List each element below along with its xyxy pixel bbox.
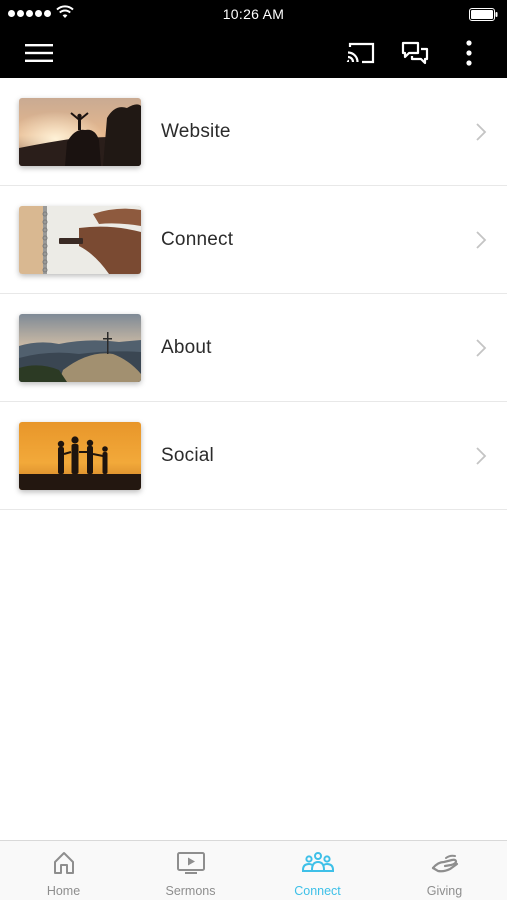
tab-home[interactable]: Home <box>0 841 127 900</box>
list-item-social[interactable]: Social <box>0 402 507 510</box>
more-options-button[interactable] <box>446 28 492 78</box>
list-item-label: Website <box>161 121 231 142</box>
tab-label: Connect <box>294 884 341 898</box>
app-bar <box>0 28 507 78</box>
tab-giving[interactable]: Giving <box>381 841 507 900</box>
status-time: 10:26 AM <box>222 6 285 22</box>
website-thumbnail <box>19 98 141 166</box>
home-icon <box>53 852 74 874</box>
list-item-connect[interactable]: Connect <box>0 186 507 294</box>
chat-icon <box>401 41 429 65</box>
battery-icon <box>469 8 498 21</box>
connect-list: Website Connect About Social <box>0 78 507 510</box>
chevron-right-icon <box>476 231 487 249</box>
bottom-tab-bar: Home Sermons Connect Giving <box>0 840 507 900</box>
chevron-right-icon <box>476 123 487 141</box>
cast-button[interactable] <box>338 28 384 78</box>
chevron-right-icon <box>476 339 487 357</box>
about-thumbnail <box>19 314 141 382</box>
tab-sermons[interactable]: Sermons <box>127 841 254 900</box>
list-item-label: About <box>161 337 212 358</box>
more-vertical-icon <box>466 40 472 66</box>
list-item-about[interactable]: About <box>0 294 507 402</box>
connect-thumbnail <box>19 206 141 274</box>
chevron-right-icon <box>476 447 487 465</box>
social-thumbnail <box>19 422 141 490</box>
list-item-label: Connect <box>161 229 234 250</box>
tab-label: Sermons <box>165 884 216 898</box>
menu-button[interactable] <box>16 28 62 78</box>
app-screen: 10:26 AM Website Connect About Social Ho… <box>0 0 507 900</box>
list-item-label: Social <box>161 445 214 466</box>
tab-label: Home <box>46 884 81 898</box>
list-item-website[interactable]: Website <box>0 78 507 186</box>
hand-giving-icon <box>431 854 458 873</box>
status-bar: 10:26 AM <box>0 0 507 28</box>
tab-label: Giving <box>426 884 463 898</box>
play-screen-icon <box>176 852 205 874</box>
menu-icon <box>25 44 53 62</box>
tab-connect[interactable]: Connect <box>254 841 381 900</box>
cast-icon <box>346 42 375 64</box>
people-group-icon <box>301 852 334 872</box>
chat-button[interactable] <box>392 28 438 78</box>
